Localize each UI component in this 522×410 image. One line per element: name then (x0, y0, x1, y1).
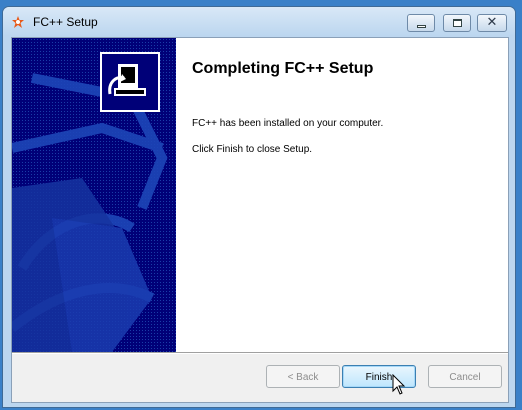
title-bar[interactable]: FC++ Setup ✕ (3, 7, 515, 36)
mouse-pointer-icon (392, 374, 406, 395)
minimize-icon (417, 25, 426, 28)
install-complete-message: FC++ has been installed on your computer… (192, 118, 384, 129)
maximize-icon (453, 19, 462, 27)
minimize-button[interactable] (407, 14, 435, 32)
installer-logo-icon (100, 52, 160, 112)
page-title: Completing FC++ Setup (192, 60, 374, 77)
cancel-button[interactable]: Cancel (428, 365, 502, 388)
button-separator (12, 352, 508, 354)
close-button[interactable]: ✕ (477, 14, 507, 32)
setup-app-icon (12, 16, 24, 28)
close-icon: ✕ (486, 15, 498, 30)
maximize-button[interactable] (443, 14, 471, 32)
window-title: FC++ Setup (33, 15, 98, 29)
finish-instruction-message: Click Finish to close Setup. (192, 144, 313, 155)
wizard-content: Completing FC++ Setup FC++ has been inst… (176, 38, 508, 352)
wizard-side-banner (12, 38, 176, 352)
back-button[interactable]: < Back (266, 365, 340, 388)
setup-window: FC++ Setup ✕ Completing FC++ Setup FC++ … (2, 6, 516, 408)
wizard-client-area: Completing FC++ Setup FC++ has been inst… (11, 37, 509, 403)
